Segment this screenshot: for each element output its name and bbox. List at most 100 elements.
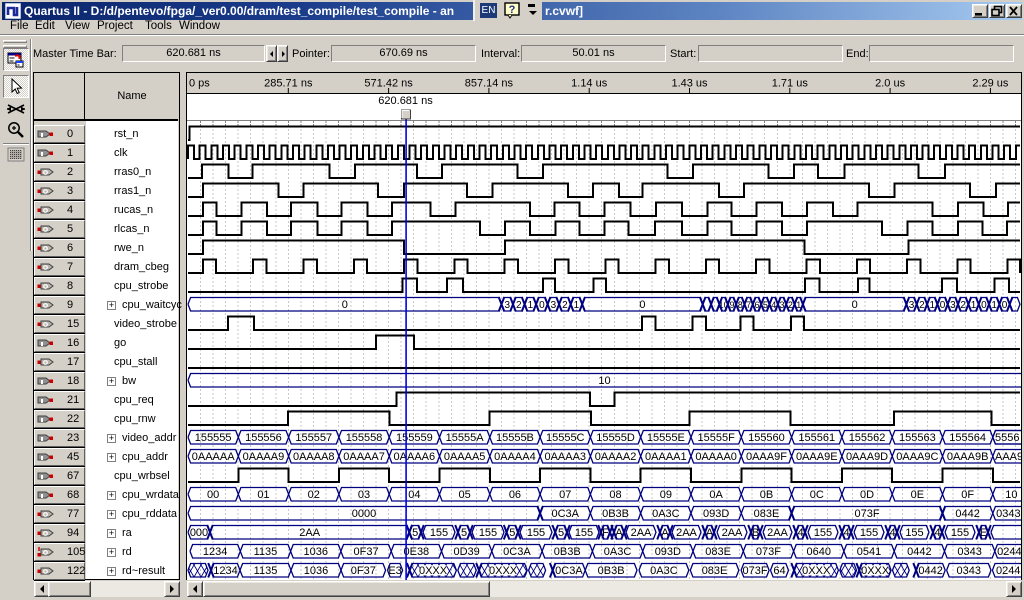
- svg-text:1135: 1135: [254, 546, 278, 558]
- svg-text:5556: 5556: [995, 432, 1019, 444]
- svg-text:0C3A: 0C3A: [555, 565, 583, 577]
- svg-text:0442: 0442: [907, 546, 931, 558]
- svg-text:2AA: 2AA: [767, 527, 788, 539]
- svg-text:0A: 0A: [709, 489, 723, 501]
- svg-text:155561: 155561: [798, 432, 835, 444]
- svg-text:15555C: 15555C: [546, 432, 585, 444]
- svg-text:0442: 0442: [955, 508, 979, 520]
- svg-text:0640: 0640: [807, 546, 831, 558]
- svg-text:1135: 1135: [254, 565, 278, 577]
- svg-text:155: 155: [814, 527, 832, 539]
- svg-text:0AAAA8: 0AAAA8: [293, 451, 335, 463]
- svg-text:15555A: 15555A: [446, 432, 485, 444]
- svg-text:0: 0: [539, 300, 545, 311]
- svg-text:000: 000: [190, 527, 208, 539]
- svg-text:2.29 us: 2.29 us: [972, 78, 1009, 90]
- svg-text:073F: 073F: [743, 565, 768, 577]
- svg-text:0: 0: [342, 299, 348, 311]
- svg-text:06: 06: [509, 489, 521, 501]
- svg-text:08: 08: [609, 489, 621, 501]
- svg-text:155558: 155558: [346, 432, 383, 444]
- svg-text:083E: 083E: [754, 508, 780, 520]
- svg-text:2AA: 2AA: [722, 527, 743, 539]
- svg-text:155563: 155563: [899, 432, 936, 444]
- svg-text:1.43 us: 1.43 us: [671, 78, 708, 90]
- svg-text:0A3C: 0A3C: [604, 546, 632, 558]
- svg-text:1.14 us: 1.14 us: [571, 78, 608, 90]
- svg-text:0B3B: 0B3B: [554, 546, 581, 558]
- svg-text:0AAA9C: 0AAA9C: [896, 451, 938, 463]
- svg-text:E3: E3: [388, 565, 401, 577]
- svg-text:15555B: 15555B: [496, 432, 534, 444]
- svg-text:0C: 0C: [810, 489, 824, 501]
- svg-text:?: ?: [509, 4, 516, 16]
- svg-text:0AAA9E: 0AAA9E: [796, 451, 838, 463]
- svg-text:155560: 155560: [748, 432, 785, 444]
- svg-text:2.0 us: 2.0 us: [875, 78, 905, 90]
- svg-text:0A3C: 0A3C: [650, 565, 678, 577]
- svg-text:0442: 0442: [918, 565, 942, 577]
- svg-text:3: 3: [504, 300, 510, 311]
- svg-text:0AAAAA: 0AAAAA: [192, 451, 235, 463]
- svg-text:155: 155: [860, 527, 878, 539]
- svg-text:0D39: 0D39: [454, 546, 480, 558]
- svg-text:155: 155: [575, 527, 593, 539]
- svg-text:0A3C: 0A3C: [652, 508, 680, 520]
- svg-text:285.71 ns: 285.71 ns: [264, 78, 313, 90]
- svg-text:620.681 ns: 620.681 ns: [378, 95, 433, 107]
- svg-text:0XXX: 0XXX: [802, 565, 831, 577]
- svg-text:0244: 0244: [996, 565, 1020, 577]
- svg-text:5: 5: [412, 527, 418, 539]
- svg-text:0XXX: 0XXX: [489, 565, 518, 577]
- svg-text:0: 0: [639, 299, 645, 311]
- svg-text:155562: 155562: [849, 432, 886, 444]
- svg-text:083E: 083E: [702, 565, 728, 577]
- svg-text:0D: 0D: [860, 489, 874, 501]
- svg-text:0XXX: 0XXX: [419, 565, 448, 577]
- svg-text:571.42 ns: 571.42 ns: [364, 78, 413, 90]
- svg-text:09: 09: [660, 489, 672, 501]
- svg-text:155: 155: [430, 527, 448, 539]
- svg-text:0AAAA3: 0AAAA3: [544, 451, 586, 463]
- svg-text:1234: 1234: [213, 565, 237, 577]
- svg-text:1: 1: [528, 300, 534, 311]
- svg-text:10: 10: [598, 375, 610, 387]
- svg-text:2: 2: [562, 300, 568, 311]
- svg-text:15555E: 15555E: [647, 432, 685, 444]
- svg-text:0E: 0E: [911, 489, 924, 501]
- svg-text:5: 5: [509, 527, 515, 539]
- svg-text:10: 10: [1005, 489, 1017, 501]
- svg-text:15555F: 15555F: [697, 432, 735, 444]
- svg-text:01: 01: [257, 489, 269, 501]
- svg-text:0AAAA0: 0AAAA0: [695, 451, 737, 463]
- svg-text:0C3A: 0C3A: [551, 508, 579, 520]
- svg-text:0E38: 0E38: [403, 546, 429, 558]
- svg-text:15555D: 15555D: [596, 432, 635, 444]
- svg-text:0B3B: 0B3B: [598, 565, 625, 577]
- svg-text:155555: 155555: [195, 432, 232, 444]
- svg-text:2AA: 2AA: [299, 527, 320, 539]
- svg-text:0B3B: 0B3B: [602, 508, 629, 520]
- svg-text:00: 00: [207, 489, 219, 501]
- svg-text:0343: 0343: [957, 565, 981, 577]
- svg-text:02: 02: [308, 489, 320, 501]
- svg-text:0343: 0343: [957, 546, 981, 558]
- svg-text:155: 155: [527, 527, 545, 539]
- svg-text:0F: 0F: [961, 489, 974, 501]
- svg-text:0AAA9B: 0AAA9B: [947, 451, 989, 463]
- svg-text:0343: 0343: [996, 508, 1020, 520]
- svg-text:0AAA9F: 0AAA9F: [746, 451, 787, 463]
- svg-text:1.71 us: 1.71 us: [772, 78, 809, 90]
- svg-text:AAA9: AAA9: [995, 451, 1021, 463]
- svg-text:0AAAA2: 0AAAA2: [595, 451, 637, 463]
- svg-text:04: 04: [408, 489, 420, 501]
- svg-text:155557: 155557: [295, 432, 332, 444]
- svg-text:5: 5: [461, 527, 467, 539]
- svg-text:0AAAA4: 0AAAA4: [494, 451, 536, 463]
- svg-text:0AAA9D: 0AAA9D: [846, 451, 888, 463]
- svg-text:5: 5: [558, 527, 564, 539]
- svg-text:155564: 155564: [949, 432, 986, 444]
- svg-text:0B: 0B: [760, 489, 773, 501]
- svg-text:155559: 155559: [396, 432, 433, 444]
- svg-text:0XXX: 0XXX: [861, 565, 890, 577]
